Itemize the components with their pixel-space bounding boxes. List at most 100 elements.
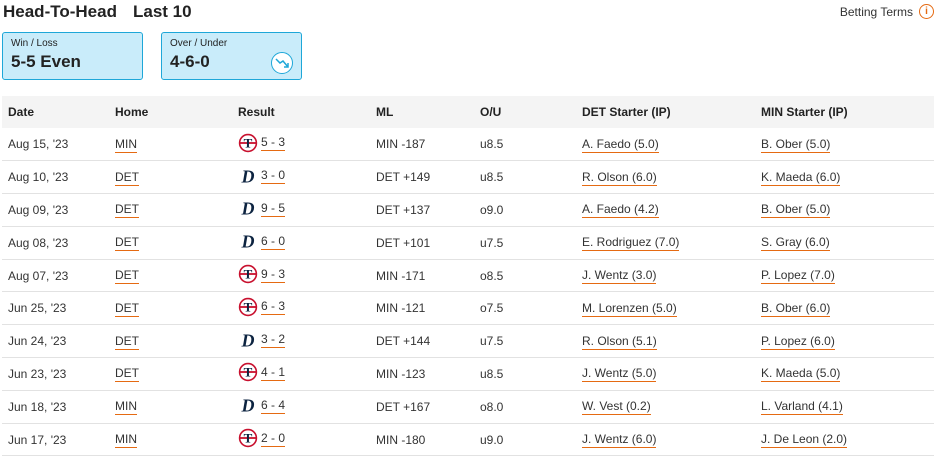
betting-terms-link[interactable]: Betting Terms i (840, 4, 934, 19)
result-score-link[interactable]: 6 - 3 (261, 298, 286, 316)
det-starter-link[interactable]: J. Wentz (3.0) (582, 267, 657, 285)
cell-ou: u7.5 (474, 324, 576, 359)
over-under-card: Over / Under 4-6-0 (161, 32, 302, 80)
min-starter-link[interactable]: S. Gray (6.0) (761, 234, 830, 252)
det-starter-link[interactable]: R. Olson (5.1) (582, 333, 657, 350)
det-starter-link[interactable]: W. Vest (0.2) (582, 398, 651, 416)
cell-date: Jun 17, '23 (2, 423, 109, 457)
min-starter-link[interactable]: B. Ober (6.0) (761, 300, 831, 317)
cell-ou: u8.5 (474, 128, 576, 162)
det-starter-link[interactable]: A. Faedo (4.2) (582, 201, 659, 219)
cell-min-starter: B. Ober (6.0) (755, 291, 934, 326)
page-header: Head-To-Head Last 10 (3, 2, 192, 24)
cell-result: D 6 - 4 (232, 390, 370, 424)
home-team-link[interactable]: DET (115, 365, 139, 383)
result-score-link[interactable]: 3 - 2 (261, 331, 286, 349)
cell-ml: MIN -171 (370, 259, 474, 293)
moneyline-text: DET +101 (376, 235, 431, 250)
over-under-text: o9.0 (480, 202, 504, 217)
det-starter-link[interactable]: E. Rodriguez (7.0) (582, 234, 680, 252)
min-starter-link[interactable]: P. Lopez (6.0) (761, 333, 835, 350)
cell-det-starter: E. Rodriguez (7.0) (576, 226, 755, 260)
cell-home: DET (109, 291, 232, 326)
cell-det-starter: R. Olson (5.1) (576, 324, 755, 359)
win-loss-value: 5-5 Even (11, 52, 81, 71)
cell-ou: u8.5 (474, 160, 576, 195)
cell-home: MIN (109, 390, 232, 424)
date-text: Jun 23, '23 (8, 366, 67, 381)
home-team-link[interactable]: DET (115, 234, 139, 252)
min-starter-link[interactable]: J. De Leon (2.0) (761, 431, 848, 449)
det-starter-link[interactable]: J. Wentz (6.0) (582, 431, 657, 449)
date-text: Jun 17, '23 (8, 432, 67, 447)
det-starter-link[interactable]: J. Wentz (5.0) (582, 365, 657, 383)
table-row: Jun 25, '23 DET T 6 - 3 MIN -121 o7.5 M. Loren… (2, 291, 934, 326)
result-score-link[interactable]: 6 - 0 (261, 233, 286, 250)
cell-min-starter: B. Ober (5.0) (755, 193, 934, 227)
cell-home: MIN (109, 128, 232, 162)
home-team-link[interactable]: MIN (115, 431, 137, 449)
moneyline-text: MIN -171 (376, 268, 426, 283)
tigers-logo-icon: D (241, 199, 255, 219)
tigers-logo-icon: D (241, 166, 255, 186)
cell-home: MIN (109, 423, 232, 457)
moneyline-text: DET +149 (376, 170, 431, 185)
date-text: Aug 15, '23 (8, 137, 69, 152)
result-score-link[interactable]: 5 - 3 (261, 134, 286, 152)
home-team-link[interactable]: DET (115, 267, 139, 285)
cell-result: D 3 - 2 (232, 324, 370, 359)
home-team-link[interactable]: DET (115, 333, 139, 350)
col-header-min-starter: MIN Starter (IP) (755, 96, 934, 128)
result-score-link[interactable]: 3 - 0 (261, 167, 286, 185)
home-team-link[interactable]: MIN (115, 398, 137, 416)
home-team-link[interactable]: DET (115, 300, 139, 317)
betting-terms-label: Betting Terms (839, 4, 913, 19)
det-starter-link[interactable]: A. Faedo (5.0) (582, 136, 659, 153)
head-to-head-table: Date Home Result ML O/U DET Starter (IP)… (2, 96, 934, 457)
date-text: Jun 24, '23 (8, 334, 67, 349)
cell-date: Aug 09, '23 (2, 193, 109, 227)
min-starter-link[interactable]: K. Maeda (5.0) (761, 365, 841, 383)
home-team-link[interactable]: DET (115, 169, 139, 186)
result-score-link[interactable]: 6 - 4 (261, 397, 286, 414)
info-icon: i (919, 4, 934, 19)
cell-ml: MIN -123 (370, 357, 474, 391)
cell-ou: o8.5 (474, 259, 576, 293)
cell-det-starter: M. Lorenzen (5.0) (576, 291, 755, 326)
over-under-text: u8.5 (480, 137, 504, 152)
home-team-link[interactable]: DET (115, 201, 139, 219)
cell-date: Aug 10, '23 (2, 160, 109, 195)
min-starter-link[interactable]: P. Lopez (7.0) (761, 267, 835, 285)
result-score-link[interactable]: 9 - 5 (261, 200, 286, 217)
home-team-link[interactable]: MIN (115, 136, 137, 153)
date-text: Aug 07, '23 (8, 268, 69, 283)
det-starter-link[interactable]: R. Olson (6.0) (582, 169, 657, 186)
min-starter-link[interactable]: K. Maeda (6.0) (761, 169, 841, 186)
over-under-text: u8.5 (480, 170, 504, 185)
result-score-link[interactable]: 9 - 3 (261, 266, 286, 283)
table-row: Aug 07, '23 DET T 9 - 3 MIN -171 o8.5 J. Wentz… (2, 259, 934, 293)
date-text: Aug 10, '23 (8, 170, 69, 185)
svg-text:D: D (241, 232, 255, 252)
min-starter-link[interactable]: B. Ober (5.0) (761, 136, 831, 153)
cell-date: Aug 07, '23 (2, 259, 109, 293)
table-row: Jun 18, '23 MIN D 6 - 4 DET +167 o8.0 W. Vest … (2, 390, 934, 424)
cell-det-starter: R. Olson (6.0) (576, 160, 755, 195)
cell-result: D 6 - 0 (232, 226, 370, 260)
result-score-link[interactable]: 2 - 0 (261, 430, 286, 447)
table-header-row: Date Home Result ML O/U DET Starter (IP)… (2, 96, 934, 128)
cell-det-starter: A. Faedo (5.0) (576, 128, 755, 162)
over-under-text: u7.5 (480, 235, 504, 250)
min-starter-link[interactable]: B. Ober (5.0) (761, 201, 831, 219)
over-under-text: o8.5 (480, 268, 504, 283)
cell-min-starter: S. Gray (6.0) (755, 226, 934, 260)
result-score-link[interactable]: 4 - 1 (261, 364, 286, 381)
table-row: Aug 10, '23 DET D 3 - 0 DET +149 u8.5 R. Olson… (2, 160, 934, 195)
page-title: Head-To-Head (3, 2, 117, 21)
over-under-text: o8.0 (480, 399, 504, 414)
cell-ou: u8.5 (474, 357, 576, 391)
cell-min-starter: B. Ober (5.0) (755, 128, 934, 162)
det-starter-link[interactable]: M. Lorenzen (5.0) (582, 300, 677, 317)
cell-det-starter: J. Wentz (5.0) (576, 357, 755, 391)
min-starter-link[interactable]: L. Varland (4.1) (761, 398, 843, 416)
